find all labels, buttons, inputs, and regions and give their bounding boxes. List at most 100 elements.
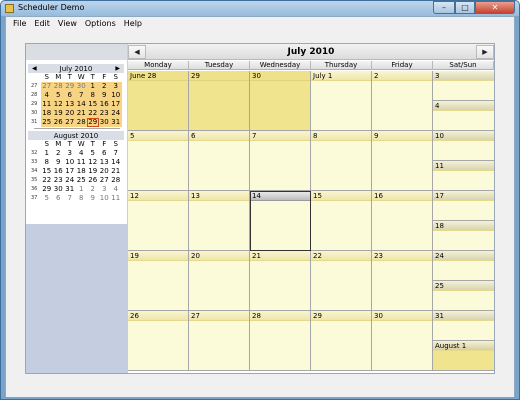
sunday-cell[interactable]: 18 <box>433 221 494 251</box>
mini-day-cell[interactable]: 14 <box>110 158 122 167</box>
day-cell[interactable]: 12 <box>128 191 189 251</box>
mini-day-cell[interactable]: 11 <box>76 158 88 167</box>
mini-day-cell[interactable]: 13 <box>99 158 111 167</box>
mini-day-cell[interactable]: 1 <box>41 149 53 158</box>
day-cell[interactable]: July 1 <box>311 71 372 131</box>
mini-next-icon[interactable]: ▶ <box>115 64 120 73</box>
minimize-button[interactable]: – <box>433 1 455 14</box>
sunday-cell[interactable]: 11 <box>433 161 494 191</box>
mini-day-cell[interactable]: 18 <box>76 167 88 176</box>
mini-day-cell[interactable]: 4 <box>110 185 122 194</box>
mini-day-cell[interactable]: 17 <box>64 167 76 176</box>
mini-day-cell[interactable]: 4 <box>76 149 88 158</box>
day-cell[interactable]: 29 <box>189 71 250 131</box>
mini-day-cell[interactable]: 13 <box>64 100 76 109</box>
mini-day-cell[interactable]: 16 <box>53 167 65 176</box>
saturday-cell[interactable]: 31 <box>433 311 494 341</box>
mini-day-cell[interactable]: 28 <box>75 118 87 127</box>
mini-day-cell[interactable]: 28 <box>52 82 64 91</box>
mini-day-cell[interactable]: 2 <box>53 149 65 158</box>
mini-day-cell[interactable]: 9 <box>98 91 110 100</box>
mini-day-cell[interactable]: 3 <box>110 82 122 91</box>
menu-view[interactable]: View <box>54 17 81 31</box>
day-cell[interactable]: 5 <box>128 131 189 191</box>
prev-month-button[interactable]: ◀ <box>128 45 146 59</box>
mini-day-cell[interactable]: 11 <box>41 100 53 109</box>
mini-day-cell[interactable]: 9 <box>87 194 99 203</box>
mini-day-cell[interactable]: 2 <box>87 185 99 194</box>
mini-day-cell[interactable]: 3 <box>64 149 76 158</box>
mini-day-cell[interactable]: 22 <box>87 109 99 118</box>
day-cell[interactable]: 26 <box>128 311 189 371</box>
day-cell[interactable]: 29 <box>311 311 372 371</box>
mini-prev-icon[interactable]: ◀ <box>32 64 37 73</box>
mini-day-cell[interactable]: 10 <box>64 158 76 167</box>
day-cell[interactable]: 21 <box>250 251 311 311</box>
mini-day-cell[interactable]: 23 <box>98 109 110 118</box>
day-cell[interactable]: 2 <box>372 71 433 131</box>
mini-day-cell[interactable]: 12 <box>87 158 99 167</box>
mini-day-cell[interactable]: 5 <box>52 91 64 100</box>
saturday-cell[interactable]: 10 <box>433 131 494 161</box>
mini-day-cell[interactable]: 14 <box>75 100 87 109</box>
mini-day-cell[interactable]: 15 <box>87 100 99 109</box>
mini-day-cell[interactable]: 6 <box>64 91 76 100</box>
mini-day-cell[interactable]: 1 <box>87 82 99 91</box>
mini-day-cell[interactable]: 22 <box>41 176 53 185</box>
day-cell[interactable]: June 28 <box>128 71 189 131</box>
day-cell[interactable]: 28 <box>250 311 311 371</box>
saturday-cell[interactable]: 17 <box>433 191 494 221</box>
mini-day-cell[interactable]: 26 <box>87 176 99 185</box>
day-cell[interactable]: 27 <box>189 311 250 371</box>
mini-day-cell[interactable]: 24 <box>64 176 76 185</box>
day-cell[interactable]: 13 <box>189 191 250 251</box>
mini-day-cell[interactable]: 7 <box>64 194 76 203</box>
mini-day-cell[interactable]: 29 <box>64 82 76 91</box>
day-cell[interactable]: 22 <box>311 251 372 311</box>
mini-day-cell[interactable]: 24 <box>110 109 122 118</box>
mini-day-cell[interactable]: 12 <box>52 100 64 109</box>
mini-day-cell[interactable]: 9 <box>53 158 65 167</box>
close-button[interactable]: ✕ <box>475 1 515 14</box>
mini-day-cell[interactable]: 1 <box>76 185 88 194</box>
mini-day-cell[interactable]: 8 <box>76 194 88 203</box>
mini-day-cell[interactable]: 10 <box>110 91 122 100</box>
mini-day-cell[interactable]: 30 <box>53 185 65 194</box>
day-cell[interactable]: 20 <box>189 251 250 311</box>
day-cell[interactable]: 9 <box>372 131 433 191</box>
day-cell[interactable]: 19 <box>128 251 189 311</box>
mini-day-cell[interactable]: 31 <box>64 185 76 194</box>
day-cell[interactable]: 15 <box>311 191 372 251</box>
mini-day-cell[interactable]: 21 <box>75 109 87 118</box>
mini-day-cell[interactable]: 27 <box>99 176 111 185</box>
menu-options[interactable]: Options <box>81 17 120 31</box>
title-bar[interactable]: Scheduler Demo – □ ✕ <box>1 1 519 16</box>
mini-day-cell[interactable]: 26 <box>52 118 64 127</box>
mini-day-cell[interactable]: 20 <box>99 167 111 176</box>
day-cell[interactable]: 6 <box>189 131 250 191</box>
mini-day-cell[interactable]: 11 <box>110 194 122 203</box>
mini-day-cell[interactable]: 30 <box>75 82 87 91</box>
mini-day-cell[interactable]: 28 <box>110 176 122 185</box>
saturday-cell[interactable]: 24 <box>433 251 494 281</box>
mini-day-cell[interactable]: 4 <box>41 91 53 100</box>
next-month-button[interactable]: ▶ <box>476 45 494 59</box>
mini-day-cell[interactable]: 16 <box>98 100 110 109</box>
mini-day-cell[interactable]: 21 <box>110 167 122 176</box>
menu-help[interactable]: Help <box>120 17 146 31</box>
day-cell[interactable]: 30 <box>372 311 433 371</box>
sunday-cell[interactable]: 4 <box>433 101 494 131</box>
mini-day-cell[interactable]: 31 <box>110 118 122 127</box>
mini-day-cell[interactable]: 3 <box>99 185 111 194</box>
maximize-button[interactable]: □ <box>455 1 475 14</box>
mini-day-cell[interactable]: 7 <box>75 91 87 100</box>
day-cell[interactable]: 23 <box>372 251 433 311</box>
mini-day-cell[interactable]: 17 <box>110 100 122 109</box>
menu-file[interactable]: File <box>9 17 30 31</box>
mini-day-cell[interactable]: 8 <box>87 91 99 100</box>
mini-day-cell[interactable]: 29 <box>41 185 53 194</box>
mini-day-cell[interactable]: 27 <box>64 118 76 127</box>
mini-day-cell[interactable]: 2 <box>98 82 110 91</box>
mini-day-cell[interactable]: 29 <box>87 118 99 127</box>
day-cell[interactable]: 8 <box>311 131 372 191</box>
